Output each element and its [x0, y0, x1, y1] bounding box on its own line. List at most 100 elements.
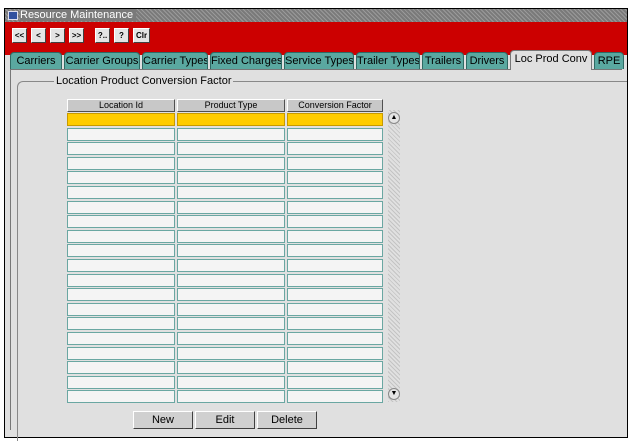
- tab-rpe[interactable]: RPE: [594, 52, 624, 69]
- product-type-cell[interactable]: [177, 215, 285, 229]
- location-id-cell[interactable]: [67, 142, 175, 156]
- conversion-factor-cell[interactable]: [287, 361, 383, 375]
- location-id-cell[interactable]: [67, 346, 175, 360]
- product-type-cell[interactable]: [177, 288, 285, 302]
- title-bar[interactable]: Resource Maintenance: [5, 9, 627, 22]
- location-id-cell[interactable]: [67, 244, 175, 258]
- delete-button[interactable]: Delete: [257, 411, 317, 429]
- tab-trailers[interactable]: Trailers: [422, 52, 464, 69]
- location-id-cell[interactable]: [67, 185, 175, 199]
- location-id-cell[interactable]: [67, 171, 175, 185]
- table-row[interactable]: [67, 171, 385, 186]
- conversion-factor-cell[interactable]: [287, 229, 383, 243]
- table-row[interactable]: [67, 390, 385, 405]
- column-header-product-type[interactable]: Product Type: [177, 99, 285, 112]
- tab-trailer-types[interactable]: Trailer Types: [356, 52, 420, 69]
- conversion-factor-cell[interactable]: [287, 156, 383, 170]
- product-type-cell[interactable]: [177, 142, 285, 156]
- product-type-cell[interactable]: [177, 375, 285, 389]
- product-type-cell[interactable]: [177, 258, 285, 272]
- location-id-cell[interactable]: [67, 288, 175, 302]
- conversion-factor-cell[interactable]: [287, 171, 383, 185]
- product-type-cell[interactable]: [177, 200, 285, 214]
- last-record-button[interactable]: >>: [69, 28, 84, 43]
- column-header-location-id[interactable]: Location Id: [67, 99, 175, 112]
- product-type-cell[interactable]: [177, 244, 285, 258]
- location-id-cell[interactable]: [67, 258, 175, 272]
- previous-record-button[interactable]: <: [31, 28, 46, 43]
- conversion-factor-cell[interactable]: [287, 346, 383, 360]
- product-type-cell[interactable]: [177, 273, 285, 287]
- clear-button[interactable]: Clr: [133, 28, 150, 43]
- conversion-factor-cell[interactable]: [287, 244, 383, 258]
- product-type-cell[interactable]: [177, 302, 285, 316]
- table-row[interactable]: [67, 244, 385, 259]
- product-type-cell[interactable]: [177, 317, 285, 331]
- tab-drivers[interactable]: Drivers: [466, 52, 508, 69]
- table-row[interactable]: [67, 229, 385, 245]
- tab-carriers[interactable]: Carriers: [10, 52, 62, 69]
- conversion-factor-cell[interactable]: [287, 127, 383, 141]
- table-row[interactable]: [67, 331, 385, 347]
- table-row[interactable]: [67, 317, 385, 332]
- product-type-cell[interactable]: [177, 185, 285, 199]
- conversion-factor-cell[interactable]: [287, 331, 383, 345]
- conversion-factor-cell[interactable]: [287, 375, 383, 389]
- conversion-factor-cell[interactable]: [287, 317, 383, 331]
- table-row[interactable]: [67, 142, 385, 157]
- product-type-cell[interactable]: [177, 113, 285, 126]
- product-type-cell[interactable]: [177, 390, 285, 404]
- location-id-cell[interactable]: [67, 317, 175, 331]
- conversion-factor-cell[interactable]: [287, 258, 383, 272]
- product-type-cell[interactable]: [177, 346, 285, 360]
- conversion-factor-cell[interactable]: [287, 215, 383, 229]
- location-id-cell[interactable]: [67, 390, 175, 404]
- location-id-cell[interactable]: [67, 156, 175, 170]
- query-button[interactable]: ?..: [95, 28, 110, 43]
- location-id-cell[interactable]: [67, 200, 175, 214]
- first-record-button[interactable]: <<: [12, 28, 27, 43]
- product-type-cell[interactable]: [177, 361, 285, 375]
- product-type-cell[interactable]: [177, 331, 285, 345]
- tab-fixed-charges[interactable]: Fixed Charges: [210, 52, 282, 69]
- new-button[interactable]: New: [133, 411, 193, 429]
- window-app-icon[interactable]: [8, 11, 18, 20]
- conversion-factor-cell[interactable]: [287, 288, 383, 302]
- location-id-cell[interactable]: [67, 361, 175, 375]
- table-row[interactable]: [67, 361, 385, 376]
- table-row[interactable]: [67, 200, 385, 216]
- product-type-cell[interactable]: [177, 156, 285, 170]
- product-type-cell[interactable]: [177, 127, 285, 141]
- table-row[interactable]: [67, 215, 385, 230]
- table-row[interactable]: [67, 156, 385, 172]
- location-id-cell[interactable]: [67, 302, 175, 316]
- table-row[interactable]: [67, 273, 385, 289]
- table-row[interactable]: [67, 302, 385, 318]
- location-id-cell[interactable]: [67, 375, 175, 389]
- scroll-up-arrow-icon[interactable]: ▲: [388, 112, 400, 124]
- table-row[interactable]: [67, 258, 385, 274]
- tab-carrier-groups[interactable]: Carrier Groups: [64, 52, 140, 69]
- location-id-cell[interactable]: [67, 229, 175, 243]
- table-row[interactable]: [67, 127, 385, 143]
- location-id-cell[interactable]: [67, 113, 175, 126]
- table-row[interactable]: [67, 346, 385, 362]
- conversion-factor-cell[interactable]: [287, 273, 383, 287]
- location-id-cell[interactable]: [67, 215, 175, 229]
- location-id-cell[interactable]: [67, 273, 175, 287]
- table-row[interactable]: [67, 185, 385, 201]
- conversion-factor-cell[interactable]: [287, 185, 383, 199]
- product-type-cell[interactable]: [177, 229, 285, 243]
- location-id-cell[interactable]: [67, 127, 175, 141]
- tab-service-types[interactable]: Service Types: [284, 52, 354, 69]
- table-row[interactable]: [67, 375, 385, 391]
- help-button[interactable]: ?: [114, 28, 129, 43]
- next-record-button[interactable]: >: [50, 28, 65, 43]
- tab-loc-prod-conv[interactable]: Loc Prod Conv: [510, 50, 592, 70]
- product-type-cell[interactable]: [177, 171, 285, 185]
- conversion-factor-cell[interactable]: [287, 302, 383, 316]
- table-row[interactable]: [67, 113, 385, 128]
- conversion-factor-cell[interactable]: [287, 390, 383, 404]
- conversion-factor-cell[interactable]: [287, 200, 383, 214]
- table-row[interactable]: [67, 288, 385, 303]
